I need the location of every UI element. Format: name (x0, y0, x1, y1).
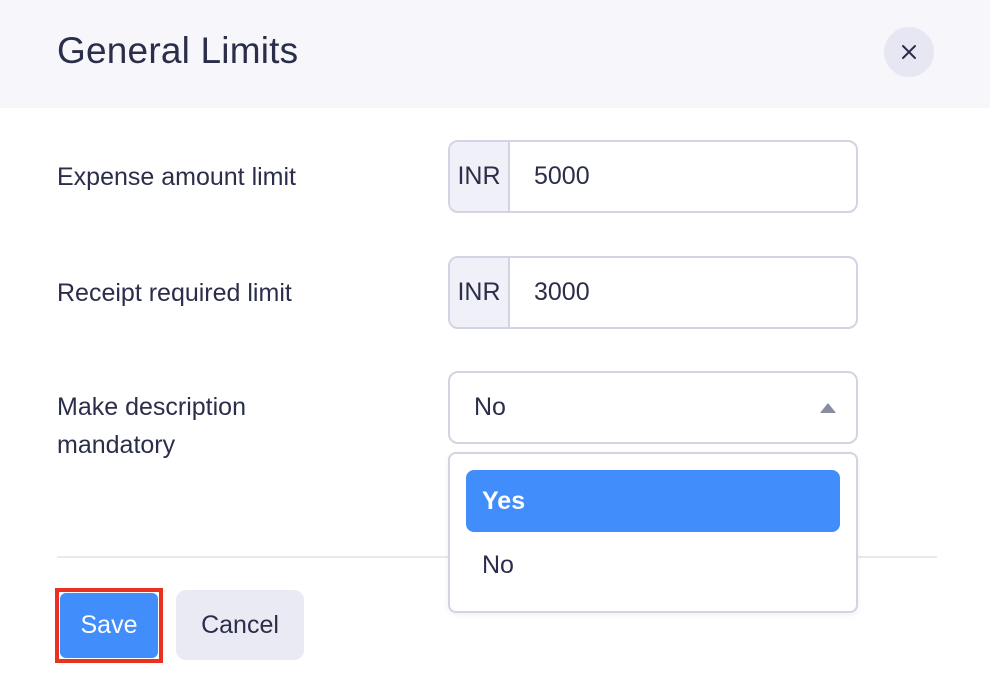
description-mandatory-label-line2: mandatory (57, 431, 176, 459)
dialog-header: General Limits (0, 0, 990, 108)
save-button[interactable]: Save (60, 593, 158, 658)
general-limits-dialog: General Limits Expense amount limit INR … (0, 0, 990, 688)
close-icon (902, 45, 916, 59)
expense-amount-limit-label: Expense amount limit (57, 163, 297, 191)
expense-amount-input[interactable] (510, 142, 856, 211)
receipt-required-field: INR (448, 256, 858, 329)
expense-amount-field: INR (448, 140, 858, 213)
receipt-required-limit-label: Receipt required limit (57, 279, 292, 307)
caret-up-icon (820, 403, 836, 413)
cancel-button[interactable]: Cancel (176, 590, 304, 660)
select-value: No (474, 393, 506, 421)
description-mandatory-label-line1: Make description (57, 393, 246, 421)
dropdown-option-yes[interactable]: Yes (466, 470, 840, 532)
receipt-required-input[interactable] (510, 258, 856, 327)
close-button[interactable] (884, 27, 934, 77)
expense-currency-label: INR (450, 142, 510, 211)
dialog-title: General Limits (57, 30, 299, 71)
dropdown-option-no[interactable]: No (466, 534, 840, 596)
description-mandatory-select[interactable]: No (448, 371, 858, 444)
receipt-currency-label: INR (450, 258, 510, 327)
description-mandatory-dropdown: Yes No (448, 452, 858, 613)
description-mandatory-label: Make description mandatory (57, 388, 246, 464)
